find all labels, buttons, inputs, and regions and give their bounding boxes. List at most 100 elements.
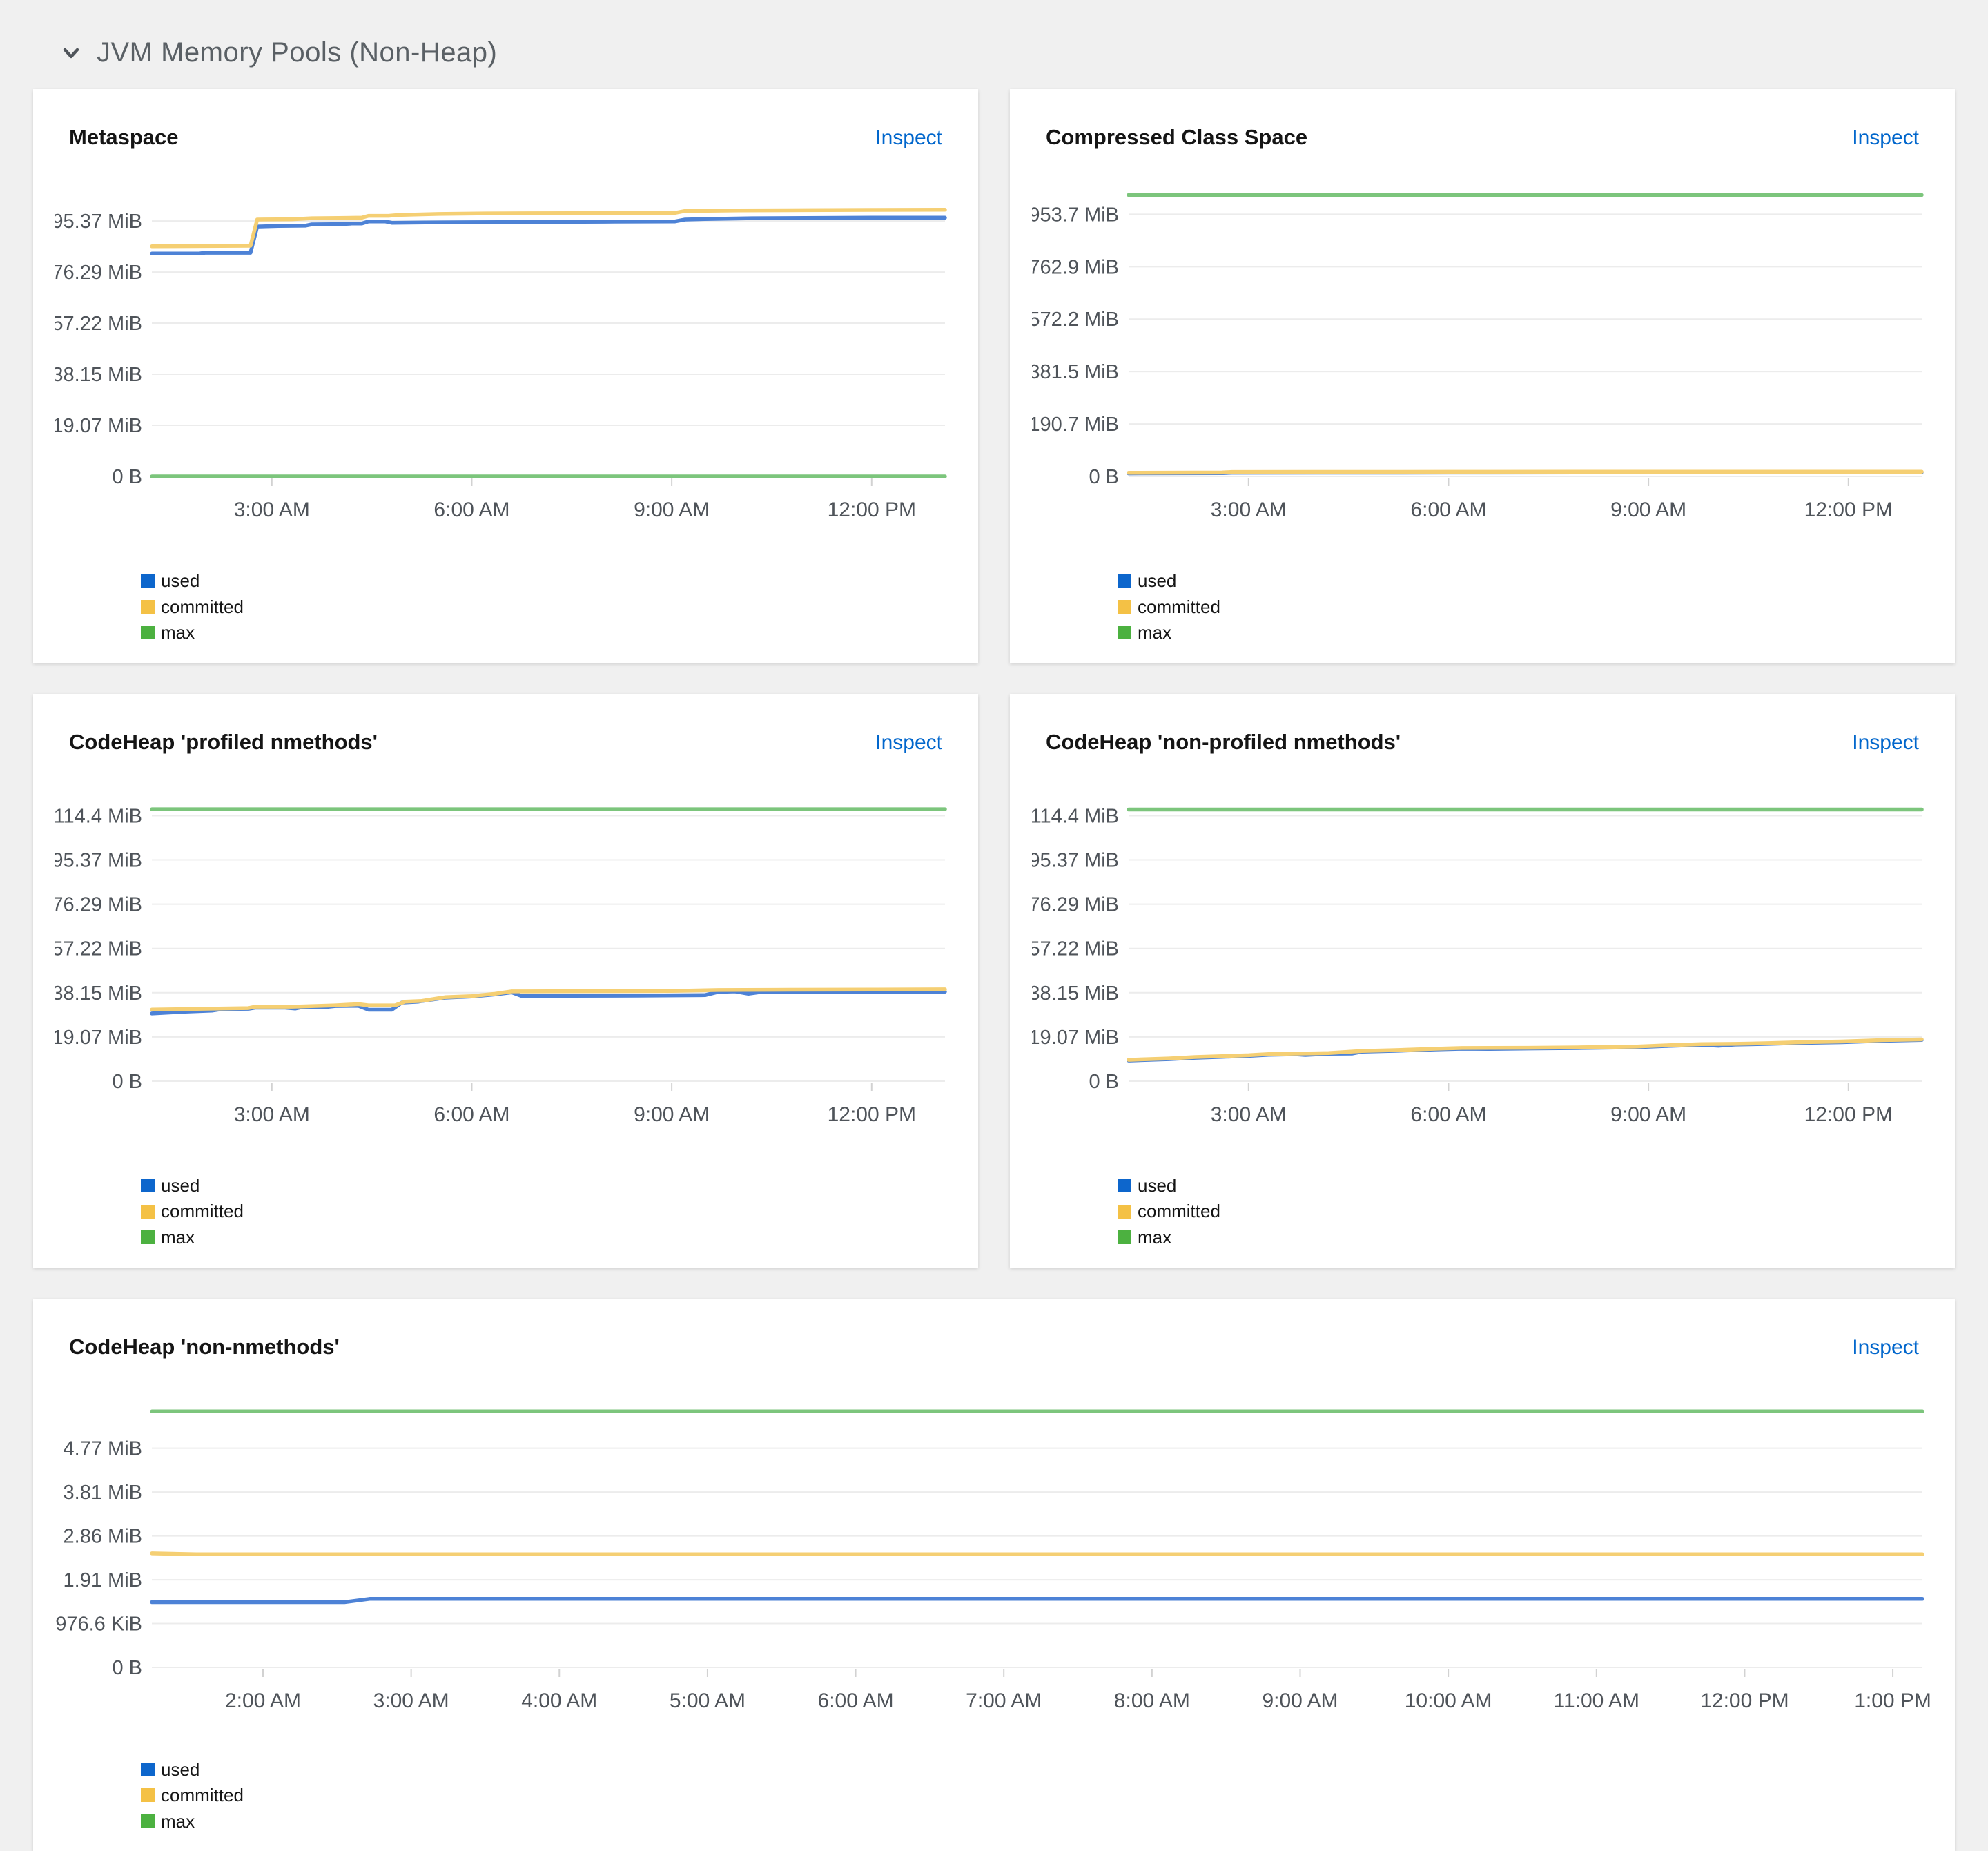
legend-item-used[interactable]: used [1118, 1176, 1933, 1196]
x-tick-label: 7:00 AM [966, 1689, 1042, 1712]
legend-swatch-committed [141, 599, 155, 614]
jvm-memory-pools-section: JVM Memory Pools (Non-Heap) Metaspace In… [0, 0, 1988, 1851]
legend-item-used[interactable]: used [141, 1176, 956, 1196]
y-tick-label: 38.15 MiB [55, 364, 142, 386]
section-toggle[interactable]: JVM Memory Pools (Non-Heap) [0, 0, 1988, 68]
legend-item-committed[interactable]: committed [1118, 597, 1933, 617]
x-tick-label: 6:00 AM [1410, 498, 1486, 521]
line-chart-codeheap-non-profiled[interactable]: 0 B 19.07 MiB 38.15 MiB 57.22 MiB 76.29 MiB 9… [1032, 774, 1932, 1161]
legend-item-used[interactable]: used [141, 1758, 1933, 1780]
legend-item-max[interactable]: max [141, 1812, 1933, 1832]
legend-swatch-max [141, 1230, 155, 1245]
legend-item-max[interactable]: max [1118, 623, 1933, 643]
legend-swatch-used [1118, 1179, 1131, 1193]
legend-swatch-max [141, 626, 155, 640]
line-chart-codeheap-non-nmethods[interactable]: 0 B 976.6 KiB 1.91 MiB 2.86 MiB 3.81 MiB 4.77… [55, 1379, 1933, 1745]
inspect-link-codeheap-non-profiled[interactable]: Inspect [1852, 731, 1919, 755]
legend-item-committed[interactable]: committed [141, 1201, 956, 1221]
y-tick-label: 76.29 MiB [55, 262, 142, 284]
chart-title-metaspace: Metaspace [69, 125, 179, 149]
x-tick-label: 3:00 AM [1211, 498, 1287, 521]
line-chart-codeheap-profiled[interactable]: 0 B 19.07 MiB 38.15 MiB 57.22 MiB 76.29 MiB 9… [55, 774, 955, 1161]
chart-title-codeheap-profiled: CodeHeap 'profiled nmethods' [69, 729, 378, 754]
legend-swatch-committed [141, 1204, 155, 1219]
legend-swatch-committed [141, 1788, 155, 1803]
inspect-link-compressed-class-space[interactable]: Inspect [1852, 126, 1919, 150]
legend-label: max [161, 1810, 195, 1832]
y-tick-label: 95.37 MiB [1032, 849, 1119, 871]
y-tick-label: 95.37 MiB [55, 849, 142, 871]
y-tick-label: 19.07 MiB [55, 1027, 142, 1049]
inspect-link-metaspace[interactable]: Inspect [875, 126, 942, 150]
y-tick-label: 38.15 MiB [55, 982, 142, 1005]
legend-label: committed [1138, 1201, 1220, 1222]
inspect-link-codeheap-non-nmethods[interactable]: Inspect [1852, 1336, 1919, 1359]
y-tick-label: 114.4 MiB [1032, 805, 1119, 827]
legend-swatch-max [1118, 1230, 1131, 1245]
chart-legend: used committed max [141, 571, 956, 643]
y-tick-label: 114.4 MiB [55, 805, 142, 827]
x-tick-label: 4:00 AM [521, 1689, 597, 1712]
y-tick-label: 0 B [1089, 1071, 1119, 1093]
x-tick-label: 6:00 AM [1410, 1103, 1486, 1126]
x-tick-label: 3:00 AM [1211, 1103, 1287, 1126]
y-tick-label: 38.15 MiB [1032, 982, 1119, 1005]
legend-label: max [1138, 1226, 1172, 1248]
y-tick-label: 0 B [112, 1657, 142, 1679]
charts-grid: Metaspace Inspect 0 B 19.07 MiB 38.15 MiB 5… [33, 89, 1955, 1851]
legend-item-committed[interactable]: committed [141, 597, 956, 617]
legend-label: committed [1138, 596, 1220, 617]
chart-card-codeheap-non-profiled: CodeHeap 'non-profiled nmethods' Inspect… [1010, 693, 1955, 1268]
legend-label: max [1138, 622, 1172, 643]
x-tick-label: 12:00 PM [828, 498, 916, 521]
y-tick-label: 3.81 MiB [64, 1482, 142, 1504]
legend-item-committed[interactable]: committed [141, 1785, 1933, 1805]
line-chart-metaspace[interactable]: 0 B 19.07 MiB 38.15 MiB 57.22 MiB 76.29 MiB 9… [55, 169, 955, 556]
x-tick-label: 11:00 AM [1554, 1689, 1640, 1712]
chart-title-codeheap-non-profiled: CodeHeap 'non-profiled nmethods' [1046, 729, 1401, 754]
legend-label: used [1138, 570, 1177, 591]
chart-title-codeheap-non-nmethods: CodeHeap 'non-nmethods' [69, 1334, 340, 1359]
line-chart-compressed-class-space[interactable]: 0 B 190.7 MiB 381.5 MiB 572.2 MiB 762.9 MiB 9… [1032, 169, 1932, 556]
y-tick-label: 0 B [112, 466, 142, 488]
y-tick-label: 95.37 MiB [55, 211, 142, 233]
y-tick-label: 381.5 MiB [1032, 361, 1119, 383]
legend-swatch-used [1118, 574, 1131, 588]
legend-item-max[interactable]: max [141, 623, 956, 643]
chart-legend: used committed max [141, 1176, 956, 1248]
chart-legend: used committed max [1118, 571, 1933, 643]
x-tick-label: 9:00 AM [634, 1103, 710, 1126]
y-tick-label: 19.07 MiB [1032, 1027, 1119, 1049]
y-tick-label: 572.2 MiB [1032, 309, 1119, 331]
chart-card-codeheap-non-nmethods: CodeHeap 'non-nmethods' Inspect 0 B 976.6… [33, 1298, 1955, 1851]
x-tick-label: 9:00 AM [1262, 1689, 1338, 1712]
legend-item-used[interactable]: used [141, 571, 956, 591]
legend-swatch-used [141, 1762, 155, 1776]
x-tick-label: 2:00 AM [225, 1689, 301, 1712]
x-tick-label: 3:00 AM [234, 498, 310, 521]
legend-label: used [1138, 1174, 1177, 1196]
chart-legend: used committed max [1118, 1176, 1933, 1248]
legend-item-max[interactable]: max [141, 1228, 956, 1248]
legend-label: committed [161, 1201, 244, 1222]
legend-item-used[interactable]: used [1118, 571, 1933, 591]
chevron-down-icon [59, 41, 83, 65]
y-tick-label: 76.29 MiB [55, 893, 142, 915]
legend-swatch-committed [1118, 599, 1131, 614]
y-tick-label: 76.29 MiB [1032, 893, 1119, 915]
legend-label: max [161, 622, 195, 643]
y-tick-label: 0 B [112, 1071, 142, 1093]
x-tick-label: 12:00 PM [828, 1103, 916, 1126]
x-tick-label: 12:00 PM [1700, 1689, 1789, 1712]
y-tick-label: 190.7 MiB [1032, 414, 1119, 436]
y-tick-label: 57.22 MiB [55, 938, 142, 960]
x-tick-label: 9:00 AM [1610, 1103, 1686, 1126]
legend-item-committed[interactable]: committed [1118, 1201, 1933, 1221]
y-tick-label: 57.22 MiB [1032, 938, 1119, 960]
inspect-link-codeheap-profiled[interactable]: Inspect [875, 731, 942, 755]
chart-card-codeheap-profiled: CodeHeap 'profiled nmethods' Inspect 0 B… [33, 693, 978, 1268]
x-tick-label: 6:00 AM [433, 1103, 509, 1126]
legend-item-max[interactable]: max [1118, 1228, 1933, 1248]
legend-label: used [161, 1758, 200, 1780]
y-tick-label: 953.7 MiB [1032, 204, 1119, 226]
